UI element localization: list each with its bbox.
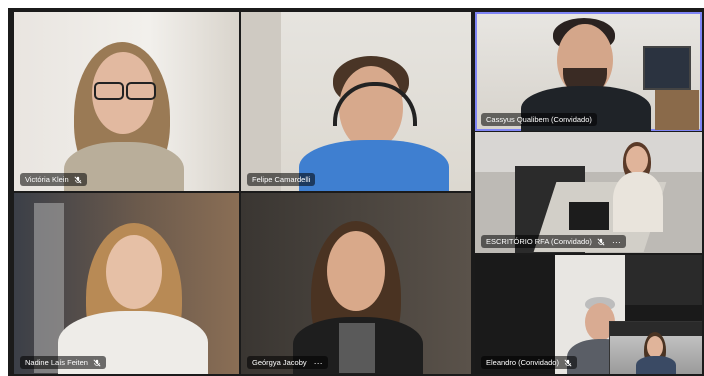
- more-options-icon[interactable]: ···: [314, 358, 323, 367]
- more-options-icon[interactable]: ···: [612, 237, 621, 246]
- participant-tile-victoria[interactable]: Victória Klein: [14, 12, 239, 191]
- participant-nametag: Geórgya Jacoby ···: [247, 356, 328, 369]
- mic-off-icon: [74, 175, 82, 184]
- participant-name: Nadine Laís Feiten: [25, 358, 88, 367]
- video-feed: [241, 12, 471, 191]
- participant-tile-escritorio[interactable]: ESCRITÓRIO RFA (Convidado) ···: [475, 132, 702, 253]
- mic-off-icon: [564, 358, 572, 367]
- self-view-inset[interactable]: [609, 321, 702, 374]
- participant-tile-cassyus[interactable]: Cassyus Qualibem (Convidado): [475, 12, 702, 131]
- video-feed: [241, 193, 471, 374]
- participant-nametag: Eleandro (Convidado): [481, 356, 577, 369]
- video-grid: Victória Klein Felipe Camardelli Cassyus…: [8, 8, 704, 376]
- mic-off-icon: [597, 237, 605, 246]
- video-feed: [14, 12, 239, 191]
- participant-name: Geórgya Jacoby: [252, 358, 307, 367]
- participant-tile-nadine[interactable]: Nadine Laís Feiten: [14, 193, 239, 374]
- participant-name: Eleandro (Convidado): [486, 358, 559, 367]
- participant-nametag: Cassyus Qualibem (Convidado): [481, 113, 597, 126]
- participant-nametag: Nadine Laís Feiten: [20, 356, 106, 369]
- participant-nametag: Victória Klein: [20, 173, 87, 186]
- participant-name: ESCRITÓRIO RFA (Convidado): [486, 237, 592, 246]
- participant-tile-felipe[interactable]: Felipe Camardelli: [241, 12, 471, 191]
- participant-name: Felipe Camardelli: [252, 175, 311, 184]
- mic-off-icon: [93, 358, 101, 367]
- participant-nametag: Felipe Camardelli: [247, 173, 316, 186]
- participant-nametag: ESCRITÓRIO RFA (Convidado) ···: [481, 235, 626, 248]
- participant-tile-eleandro[interactable]: Eleandro (Convidado): [475, 255, 702, 374]
- participant-tile-georgya[interactable]: Geórgya Jacoby ···: [241, 193, 471, 374]
- participant-name: Victória Klein: [25, 175, 69, 184]
- participant-name: Cassyus Qualibem (Convidado): [486, 115, 592, 124]
- video-feed: [14, 193, 239, 374]
